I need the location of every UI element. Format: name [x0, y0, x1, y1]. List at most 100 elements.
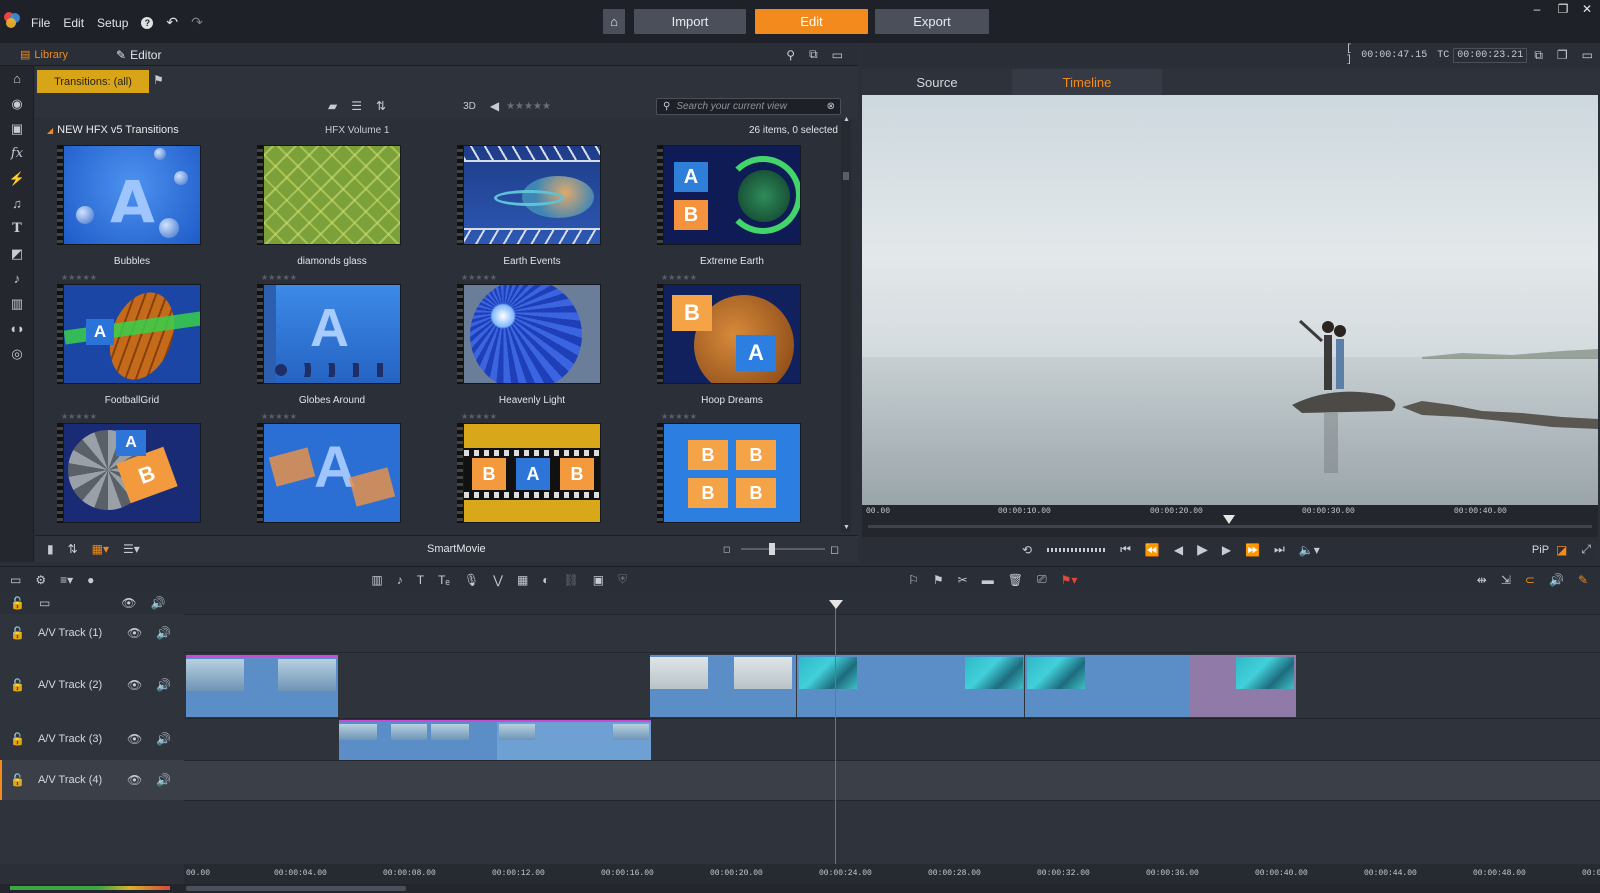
transition-item[interactable]: B A B — [435, 423, 635, 534]
transitions-icon[interactable]: ⚡ — [0, 166, 34, 191]
trash-icon[interactable]: ▮ — [47, 542, 54, 556]
minimize-icon[interactable]: – — [1526, 2, 1548, 16]
video-clip[interactable] — [339, 720, 497, 760]
delete-icon[interactable]: 🗑 — [1008, 573, 1023, 587]
track-2-lane[interactable] — [184, 652, 1600, 718]
lock-icon[interactable]: 🔓 — [10, 626, 25, 640]
menu-setup[interactable]: Setup — [97, 16, 128, 30]
transition-item[interactable]: A — [235, 423, 435, 534]
tools-icon[interactable]: ⚙ — [35, 573, 46, 587]
effects-icon[interactable]: fx — [0, 141, 34, 166]
tab-library[interactable]: ▤ Library — [20, 48, 68, 62]
dynamic-length-icon[interactable]: ⊂ — [1525, 573, 1535, 587]
lock-icon[interactable]: 🔓 — [10, 773, 25, 787]
video-clip[interactable] — [796, 655, 1024, 717]
transition-item[interactable]: Heavenly Light ★★★★★ — [435, 284, 635, 424]
eye-icon[interactable]: 👁 — [127, 732, 142, 746]
music-icon[interactable]: ♫ — [0, 191, 34, 216]
restore-icon[interactable]: ❐ — [1552, 2, 1574, 16]
montage-tool-icon[interactable]: ▦ — [517, 573, 528, 587]
transition-item[interactable]: A FootballGrid ★★★★★ — [35, 284, 235, 424]
tab-editor[interactable]: ✎ Editor — [116, 48, 161, 62]
go-to-start-icon[interactable]: ⏮ — [1120, 542, 1131, 557]
video-clip[interactable] — [497, 720, 651, 760]
split-icon[interactable]: ⋁ — [493, 573, 503, 587]
title-tool-icon[interactable]: T — [417, 573, 424, 587]
redo-icon[interactable]: ↷ — [191, 14, 203, 31]
media-icon[interactable]: ◉ — [0, 91, 34, 116]
tab-source[interactable]: Source — [862, 69, 1012, 95]
link-icon[interactable]: ⛓ — [564, 573, 579, 587]
eye-icon[interactable]: 👁 — [127, 626, 142, 640]
eye-icon[interactable]: 👁 — [127, 773, 142, 787]
marker-color-icon[interactable]: ⚑▾ — [1061, 573, 1078, 587]
prev-frame-icon[interactable]: ⏪ — [1145, 543, 1160, 557]
library-scrollbar[interactable]: ▲ ▼ — [841, 116, 851, 532]
video-clip[interactable] — [1025, 655, 1189, 717]
transition-item[interactable]: A Globes Around ★★★★★ — [235, 284, 435, 424]
lock-icon[interactable]: 🔓 — [10, 678, 25, 692]
folder-icon[interactable]: ▰ — [328, 99, 337, 113]
play-icon[interactable]: ▶ — [1197, 541, 1208, 558]
sort-icon[interactable]: ⇅ — [376, 99, 386, 113]
mute-all-icon[interactable]: 🔊 — [151, 596, 166, 610]
thumbnail-size-slider[interactable] — [741, 543, 825, 555]
audio-scrub-icon[interactable]: 🔊 — [1549, 573, 1564, 587]
tab-timeline[interactable]: Timeline — [1012, 69, 1162, 95]
speaker-icon[interactable]: 🔊 — [156, 773, 171, 787]
transition-item[interactable]: diamonds glass ★★★★★ — [235, 145, 435, 285]
transition-item[interactable]: B B B B — [635, 423, 835, 534]
title-icon[interactable]: T — [0, 216, 34, 241]
next-frame-icon[interactable]: ⏩ — [1245, 543, 1260, 557]
speaker-icon[interactable]: 🔊 — [156, 678, 171, 692]
transition-item[interactable]: B A Hoop Dreams ★★★★★ — [635, 284, 835, 424]
rating-filter-stars[interactable]: ★★★★★ — [506, 101, 551, 112]
timecode-field[interactable]: 00:00:23.21 — [1453, 47, 1528, 63]
step-back-icon[interactable]: ◀ — [1174, 543, 1183, 557]
track-menu-icon[interactable]: ≡▾ — [60, 573, 73, 587]
timeline-ruler[interactable]: 00.00 00:00:04.00 00:00:08.00 00:00:12.0… — [184, 864, 1600, 884]
track-name[interactable]: A/V Track (3) — [38, 733, 120, 745]
filter-tag-icon[interactable]: ⚑ — [153, 73, 164, 87]
collections-icon[interactable]: ▣ — [0, 116, 34, 141]
camera-icon[interactable]: ⎚ — [1037, 572, 1047, 587]
magic-icon[interactable]: ✎ — [1578, 573, 1588, 587]
scorefitter-icon[interactable]: ♪ — [397, 573, 403, 587]
speaker-icon[interactable]: 🔊 — [156, 732, 171, 746]
volume-icon[interactable]: 🔈▾ — [1299, 543, 1320, 557]
clear-search-icon[interactable]: ⊗ — [827, 101, 835, 112]
close-icon[interactable]: ✕ — [1576, 2, 1598, 16]
disc-icon[interactable]: ◎ — [0, 341, 34, 366]
playhead-line[interactable] — [835, 604, 836, 876]
float-window-icon[interactable]: ❐ — [1557, 48, 1568, 62]
smartmovie-button[interactable]: SmartMovie — [427, 543, 486, 555]
track-4-lane[interactable] — [184, 760, 1600, 800]
marker-icon[interactable]: ● — [87, 573, 94, 587]
video-clip[interactable] — [650, 655, 796, 717]
grid-view-icon[interactable]: ▦▾ — [92, 542, 109, 556]
eye-icon[interactable]: 👁 — [127, 678, 142, 692]
transition-item[interactable]: A B Extreme Earth ★★★★★ — [635, 145, 835, 285]
3d-filter[interactable]: 3D — [463, 101, 476, 112]
track-name[interactable]: A/V Track (1) — [38, 627, 120, 639]
scrubber-handle[interactable] — [1223, 515, 1235, 524]
tag-icon[interactable]: ◀ — [490, 99, 499, 113]
video-clip[interactable] — [1189, 655, 1296, 717]
track-1-lane[interactable] — [184, 614, 1600, 652]
library-search-input[interactable]: ⚲ Search your current view ⊗ — [656, 98, 841, 115]
track-name[interactable]: A/V Track (4) — [38, 774, 120, 786]
video-clip[interactable] — [186, 655, 338, 717]
track-header-icon[interactable]: ▭ — [39, 596, 50, 610]
project-bin-icon[interactable]: ⌂ — [0, 66, 34, 91]
pip-button[interactable]: PiP — [1532, 544, 1549, 556]
playhead-handle[interactable] — [829, 600, 843, 609]
edit-button[interactable]: Edit — [755, 9, 868, 34]
disc-menu-icon[interactable]: ▥ — [0, 291, 34, 316]
ripple-icon[interactable]: ▬ — [982, 573, 994, 587]
step-forward-icon[interactable]: ▶ — [1222, 543, 1231, 557]
import-button[interactable]: Import — [634, 9, 746, 34]
timeline-scrollbar[interactable] — [0, 884, 1600, 893]
transitions-filter[interactable]: Transitions: (all) — [37, 70, 149, 93]
loop-icon[interactable]: ⟲ — [1022, 543, 1032, 557]
subtitle-icon[interactable]: Tₑ — [438, 573, 450, 587]
